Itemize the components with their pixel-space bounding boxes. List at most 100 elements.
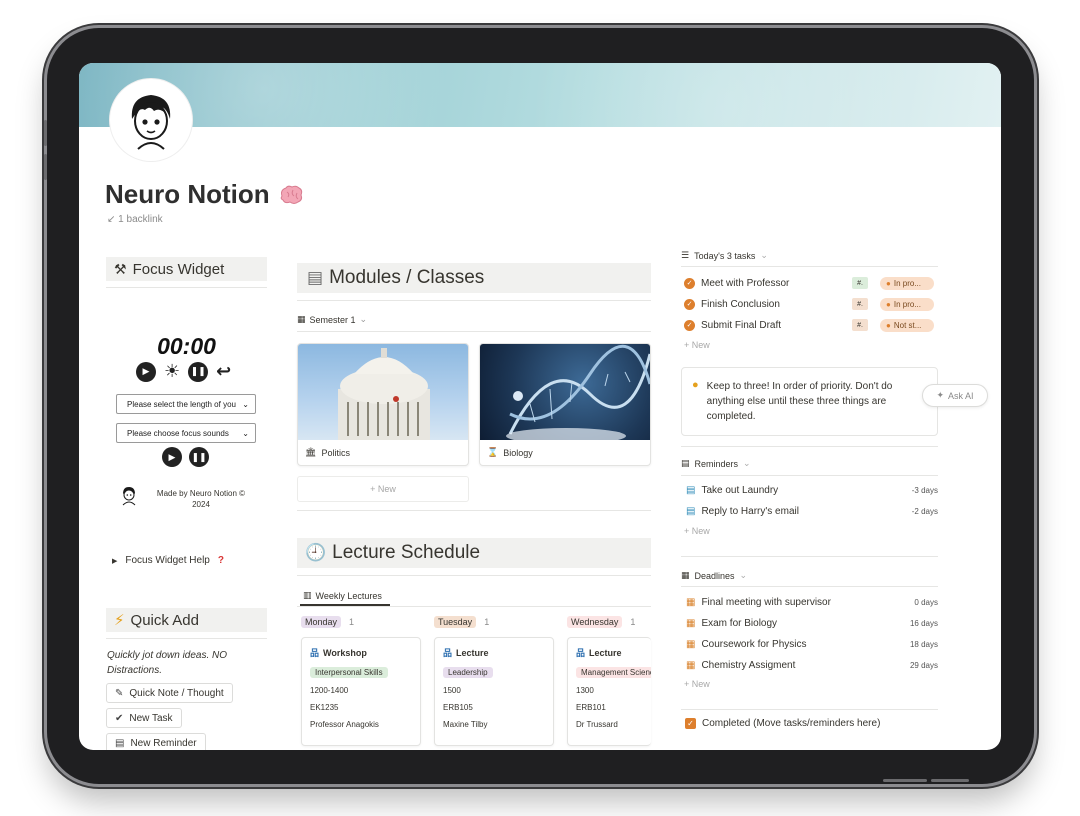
sun-icon[interactable]: ☀	[164, 361, 180, 382]
credit-avatar-icon	[120, 486, 138, 511]
ask-ai-button[interactable]: ✦ Ask AI	[922, 384, 988, 407]
weekly-lectures-tab[interactable]: ▥ Weekly Lectures	[303, 590, 382, 601]
todays-tasks-heading[interactable]: ☰ Today's 3 tasks ⌄	[681, 250, 768, 261]
calendar-icon: ▤	[686, 505, 696, 517]
sound-pause-icon[interactable]: ❚❚	[189, 447, 209, 467]
grid-icon: ▦	[297, 314, 306, 324]
chevron-down-icon: ⌄	[760, 250, 768, 260]
task-name: Submit Final Draft	[701, 319, 782, 331]
chevron-down-icon: ⌄	[242, 428, 249, 438]
lecturer: Professor Anagokis	[310, 720, 379, 729]
task-name: Finish Conclusion	[701, 298, 780, 310]
page-title: Neuro Notion	[105, 179, 304, 210]
task-row[interactable]: ✓ Submit Final Draft #. ● Not st...	[684, 317, 944, 333]
semester-view-tab[interactable]: ▦ Semester 1 ⌄	[297, 314, 367, 325]
clock-icon: 🕘	[305, 543, 327, 562]
sitemap-icon: 品	[310, 648, 320, 658]
new-task-row[interactable]: + New	[684, 340, 710, 350]
priority-callout: ● Keep to three! In order of priority. D…	[681, 367, 938, 436]
lecturer: Dr Trussard	[576, 720, 618, 729]
deadline-row[interactable]: ▦ Exam for Biology 16 days	[686, 615, 938, 631]
new-reminder-row[interactable]: + New	[684, 526, 710, 536]
deadline-name: Coursework for Physics	[701, 638, 807, 650]
edit-icon: ✎	[115, 687, 124, 699]
quick-add-subtitle: Quickly jot down ideas. NO Distractions.	[107, 650, 228, 676]
status-badge[interactable]: ● Not st...	[880, 318, 934, 332]
lecture-card[interactable]: 品 Lecture Management Science 1300 ERB101 Dr T…	[567, 637, 651, 746]
reminders-heading[interactable]: ▤ Reminders ⌄	[681, 458, 751, 469]
triangle-right-icon: ▶	[112, 557, 118, 565]
completed-toggle[interactable]: ✓ Completed (Move tasks/reminders here)	[685, 718, 880, 729]
chevron-down-icon: ⌄	[739, 570, 748, 580]
sitemap-icon: 品	[443, 648, 453, 658]
lecture-room: EK1235	[310, 703, 339, 712]
check-circle-icon: ✓	[684, 277, 695, 289]
question-icon: ?	[217, 555, 224, 566]
steps-icon: ☰	[681, 250, 690, 260]
focus-help-toggle[interactable]: ▶ Focus Widget Help ?	[112, 555, 224, 566]
reminder-row[interactable]: ▤ Reply to Harry's email -2 days	[686, 503, 938, 519]
new-deadline-row[interactable]: + New	[684, 679, 710, 689]
lecture-card[interactable]: 品 Workshop Interpersonal Skills 1200-1400 EK…	[301, 637, 421, 746]
pause-icon[interactable]: ❚❚	[188, 361, 209, 382]
notepad-icon: ▤	[307, 268, 324, 287]
deadline-due: 18 days	[909, 639, 938, 649]
timer-controls: ▶ ☀ ❚❚ ↩	[136, 361, 231, 382]
quick-note-button[interactable]: ✎ Quick Note / Thought	[106, 683, 233, 703]
new-task-button[interactable]: ✔ New Task	[106, 708, 182, 728]
lecture-type: Lecture	[589, 647, 622, 658]
hourglass-icon: ⌛	[487, 447, 499, 457]
reminder-row[interactable]: ▤ Take out Laundry -3 days	[686, 482, 938, 498]
deadline-name: Exam for Biology	[701, 617, 778, 629]
module-name: Politics	[321, 447, 350, 458]
module-card-politics[interactable]: 🏛 Politics	[297, 343, 469, 466]
quick-add-heading: ⚡ Quick Add	[106, 608, 267, 632]
day-column-header: Wednesday 1	[567, 616, 635, 628]
backlink[interactable]: ↙ 1 backlink	[107, 214, 163, 225]
play-icon[interactable]: ▶	[136, 361, 156, 382]
reset-icon[interactable]: ↩	[216, 361, 231, 382]
hash-tag: #.	[852, 319, 868, 331]
status-badge[interactable]: ● In pro...	[880, 297, 934, 311]
lecture-room: ERB101	[576, 703, 606, 712]
calendar-grid-icon: ▦	[686, 638, 696, 650]
deadline-name: Chemistry Assigment	[701, 659, 796, 671]
chevron-down-icon: ⌄	[359, 314, 368, 324]
focus-sounds-select[interactable]: Please choose focus sounds ⌄	[116, 423, 256, 443]
lecture-time: 1200-1400	[310, 686, 349, 695]
status-badge[interactable]: ● In pro...	[880, 276, 934, 290]
calendar-icon: ▤	[681, 458, 690, 468]
chevron-down-icon: ⌄	[242, 399, 249, 409]
day-column-header: Monday 1	[301, 616, 354, 628]
calendar-icon: ▤	[115, 737, 125, 749]
reminder-name: Reply to Harry's email	[701, 505, 799, 517]
tools-icon: ⚒	[114, 260, 127, 277]
module-card-biology[interactable]: ⌛ Biology	[479, 343, 651, 466]
lecturer: Maxine Tilby	[443, 720, 488, 729]
deadline-row[interactable]: ▦ Coursework for Physics 18 days	[686, 636, 938, 652]
page-icon-avatar[interactable]	[110, 79, 192, 161]
new-reminder-button[interactable]: ▤ New Reminder	[106, 733, 206, 750]
calendar-grid-icon: ▦	[686, 659, 696, 671]
timer-length-select[interactable]: Please select the length of you ⌄	[116, 394, 256, 414]
calendar-grid-icon: ▦	[681, 570, 690, 580]
deadline-row[interactable]: ▦ Final meeting with supervisor 0 days	[686, 594, 938, 610]
page-cover	[79, 63, 1001, 127]
check-circle-icon: ✓	[684, 319, 695, 331]
lecture-card[interactable]: 品 Lecture Leadership 1500 ERB105 Maxine Tilby	[434, 637, 554, 746]
task-row[interactable]: ✓ Finish Conclusion #. ● In pro...	[684, 296, 944, 312]
module-name: Biology	[503, 447, 533, 458]
calendar-icon: ▤	[686, 484, 696, 496]
sound-play-icon[interactable]: ▶	[162, 447, 182, 467]
task-row[interactable]: ✓ Meet with Professor #. ● In pro...	[684, 275, 944, 291]
deadline-due: 16 days	[909, 618, 938, 628]
deadlines-heading[interactable]: ▦ Deadlines ⌄	[681, 570, 747, 581]
lecture-schedule-heading: 🕘 Lecture Schedule	[297, 538, 651, 568]
module-tag: Management Science	[576, 667, 651, 678]
deadline-row[interactable]: ▦ Chemistry Assigment 29 days	[686, 657, 938, 673]
calendar-grid-icon: ▦	[686, 617, 696, 629]
lecture-time: 1300	[576, 686, 594, 695]
sitemap-icon: 品	[576, 648, 586, 658]
boy-avatar-icon	[131, 95, 171, 150]
new-module-button[interactable]: + New	[297, 476, 469, 502]
